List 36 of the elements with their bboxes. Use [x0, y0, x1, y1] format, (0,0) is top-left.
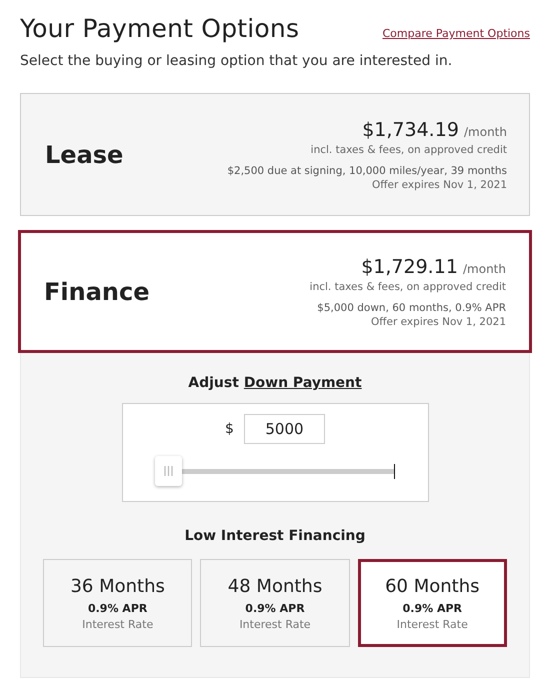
offer-terms: $5,000 down, 60 months, 0.9% APR — [317, 302, 506, 314]
apr-rate: 0.9% APR — [402, 602, 462, 614]
apr-rate: 0.9% APR — [245, 602, 305, 614]
page-title: Your Payment Options — [20, 14, 300, 43]
option-name: Finance — [44, 278, 150, 306]
price-period: /month — [464, 124, 507, 138]
section-heading: Adjust — [188, 375, 239, 391]
price-period: /month — [463, 262, 506, 276]
compare-link[interactable]: Compare Payment Options — [382, 27, 530, 40]
subtitle: Select the buying or leasing option that you are interested in. — [20, 53, 454, 69]
slider-thumb[interactable] — [155, 456, 182, 486]
term-option-card[interactable]: 36 Months 0.9% APR Interest Rate — [43, 559, 192, 647]
term-length: 36 Months — [70, 576, 165, 596]
grip-icon — [164, 466, 173, 476]
section-heading: Low Interest Financing — [184, 528, 366, 544]
down-payment-link[interactable]: Down Payment — [244, 375, 362, 391]
term-option-card[interactable]: 60 Months 0.9% APR Interest Rate — [358, 559, 507, 647]
offer-terms: $2,500 due at signing, 10,000 miles/year, 39 months — [227, 164, 507, 176]
apr-rate: 0.9% APR — [88, 602, 148, 614]
down-payment-field[interactable]: 5000 — [244, 414, 325, 444]
monthly-price: $1,734.19 — [362, 118, 459, 140]
monthly-price: $1,729.11 — [361, 256, 458, 278]
term-length: 48 Months — [228, 576, 322, 596]
payment-option-card[interactable]: Finance $1,729.11 /month incl. taxes & fees, on approved credit $5,000 down, 60 months, 0.9% APR Offer expires Nov 1, 2021 — [18, 230, 532, 353]
offer-expiry: Offer expires Nov 1, 2021 — [372, 178, 507, 190]
price-note: incl. taxes & fees, on approved credit — [310, 280, 506, 292]
rate-label: Interest Rate — [239, 618, 311, 630]
offer-expiry: Offer expires Nov 1, 2021 — [371, 316, 506, 328]
rate-label: Interest Rate — [82, 618, 154, 630]
currency-symbol: $ — [225, 421, 234, 437]
rate-label: Interest Rate — [396, 618, 468, 630]
option-name: Lease — [45, 140, 124, 168]
term-option-card[interactable]: 48 Months 0.9% APR Interest Rate — [200, 559, 350, 647]
term-length: 60 Months — [385, 576, 480, 596]
price-note: incl. taxes & fees, on approved credit — [310, 144, 507, 156]
payment-option-card[interactable]: Lease $1,734.19 /month incl. taxes & fees, on approved credit $2,500 due at signing, 10,000 miles/year, 39 months Offer expires Nov 1, 2021 — [20, 93, 530, 216]
